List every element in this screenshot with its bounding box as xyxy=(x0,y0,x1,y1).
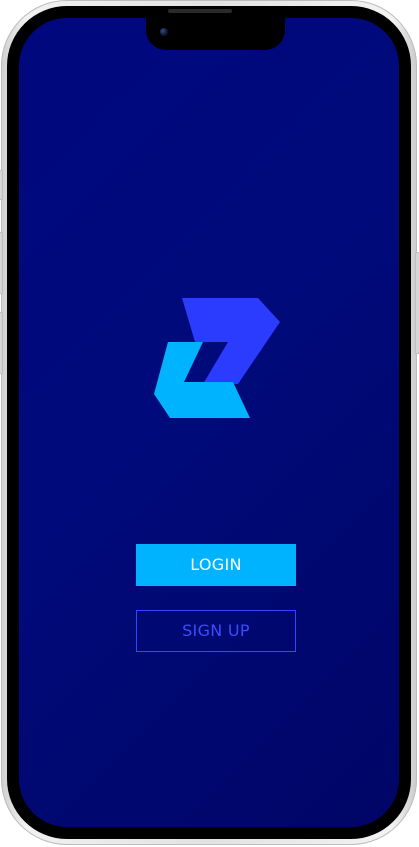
app-screen: LOGIN SIGN UP xyxy=(19,18,399,827)
phone-frame: LOGIN SIGN UP xyxy=(0,0,419,845)
logo-upper-stroke xyxy=(182,298,280,384)
phone-bezel: LOGIN SIGN UP xyxy=(7,6,411,839)
power-button xyxy=(415,252,419,354)
notch xyxy=(146,18,285,50)
front-camera-icon xyxy=(160,28,168,36)
silent-switch xyxy=(0,170,3,200)
speaker-grille xyxy=(168,9,232,13)
volume-down-button xyxy=(0,312,3,374)
z-logo-icon xyxy=(154,298,280,418)
signup-button[interactable]: SIGN UP xyxy=(136,610,296,652)
login-button[interactable]: LOGIN xyxy=(136,544,296,586)
volume-up-button xyxy=(0,232,3,294)
